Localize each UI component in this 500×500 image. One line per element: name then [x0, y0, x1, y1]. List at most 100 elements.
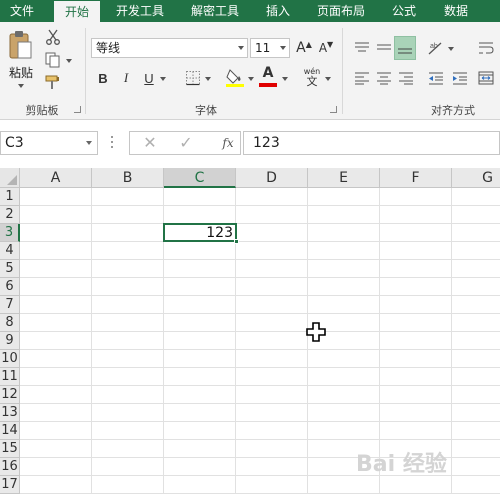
- cell-f14[interactable]: [380, 422, 452, 440]
- cell-f5[interactable]: [380, 260, 452, 278]
- row-header-10[interactable]: 10: [0, 350, 20, 368]
- row-header-1[interactable]: 1: [0, 188, 20, 206]
- cell-a4[interactable]: [20, 242, 92, 260]
- cell-d8[interactable]: [236, 314, 308, 332]
- column-header-g[interactable]: G: [452, 168, 500, 188]
- cell-d3[interactable]: [236, 224, 308, 242]
- cell-b7[interactable]: [92, 296, 164, 314]
- column-header-d[interactable]: D: [236, 168, 308, 188]
- cell-b8[interactable]: [92, 314, 164, 332]
- italic-button[interactable]: I: [117, 68, 135, 88]
- cell-e2[interactable]: [308, 206, 380, 224]
- cell-g10[interactable]: [452, 350, 500, 368]
- cell-b6[interactable]: [92, 278, 164, 296]
- cell-d7[interactable]: [236, 296, 308, 314]
- cell-a3[interactable]: [20, 224, 92, 242]
- cell-c1[interactable]: [164, 188, 236, 206]
- tab-insert[interactable]: 插入: [258, 0, 298, 22]
- cell-g12[interactable]: [452, 386, 500, 404]
- cell-d6[interactable]: [236, 278, 308, 296]
- row-header-12[interactable]: 12: [0, 386, 20, 404]
- cell-a1[interactable]: [20, 188, 92, 206]
- tab-formulas[interactable]: 公式: [384, 0, 424, 22]
- name-box[interactable]: C3: [0, 131, 98, 155]
- font-name-dropdown-arrow[interactable]: [235, 39, 247, 57]
- cell-f10[interactable]: [380, 350, 452, 368]
- copy-dropdown-arrow[interactable]: [66, 59, 72, 63]
- borders-dropdown-arrow[interactable]: [205, 77, 211, 81]
- cell-g14[interactable]: [452, 422, 500, 440]
- cell-f2[interactable]: [380, 206, 452, 224]
- cell-d11[interactable]: [236, 368, 308, 386]
- cell-g4[interactable]: [452, 242, 500, 260]
- decrease-font-size-button[interactable]: A ▼: [316, 38, 336, 58]
- cancel-entry-icon[interactable]: ✕: [136, 132, 164, 154]
- cell-f9[interactable]: [380, 332, 452, 350]
- cell-d4[interactable]: [236, 242, 308, 260]
- column-header-e[interactable]: E: [308, 168, 380, 188]
- cell-c16[interactable]: [164, 458, 236, 476]
- cell-a13[interactable]: [20, 404, 92, 422]
- borders-icon[interactable]: [183, 68, 203, 88]
- cell-a8[interactable]: [20, 314, 92, 332]
- cell-d1[interactable]: [236, 188, 308, 206]
- cell-c15[interactable]: [164, 440, 236, 458]
- row-header-6[interactable]: 6: [0, 278, 20, 296]
- cell-g2[interactable]: [452, 206, 500, 224]
- cell-e13[interactable]: [308, 404, 380, 422]
- cell-e12[interactable]: [308, 386, 380, 404]
- cell-f11[interactable]: [380, 368, 452, 386]
- cell-e10[interactable]: [308, 350, 380, 368]
- cell-c11[interactable]: [164, 368, 236, 386]
- tab-home[interactable]: 开始: [54, 1, 100, 22]
- row-header-8[interactable]: 8: [0, 314, 20, 332]
- cell-e11[interactable]: [308, 368, 380, 386]
- cell-a7[interactable]: [20, 296, 92, 314]
- cell-b4[interactable]: [92, 242, 164, 260]
- tab-decrypt-tools[interactable]: 解密工具: [184, 0, 246, 22]
- cell-b11[interactable]: [92, 368, 164, 386]
- row-header-15[interactable]: 15: [0, 440, 20, 458]
- cell-f3[interactable]: [380, 224, 452, 242]
- cell-f8[interactable]: [380, 314, 452, 332]
- cell-c4[interactable]: [164, 242, 236, 260]
- row-header-5[interactable]: 5: [0, 260, 20, 278]
- cell-d12[interactable]: [236, 386, 308, 404]
- row-header-13[interactable]: 13: [0, 404, 20, 422]
- cell-a2[interactable]: [20, 206, 92, 224]
- cell-b14[interactable]: [92, 422, 164, 440]
- orientation-icon[interactable]: ab: [426, 38, 446, 58]
- cell-g13[interactable]: [452, 404, 500, 422]
- cell-a6[interactable]: [20, 278, 92, 296]
- cell-e4[interactable]: [308, 242, 380, 260]
- cell-b17[interactable]: [92, 476, 164, 494]
- paste-button-label[interactable]: 粘贴: [4, 64, 38, 80]
- cell-c7[interactable]: [164, 296, 236, 314]
- cell-d13[interactable]: [236, 404, 308, 422]
- cell-a12[interactable]: [20, 386, 92, 404]
- cell-a11[interactable]: [20, 368, 92, 386]
- cell-c12[interactable]: [164, 386, 236, 404]
- fill-handle[interactable]: [234, 239, 239, 244]
- cell-g3[interactable]: [452, 224, 500, 242]
- align-middle-icon[interactable]: [374, 38, 394, 58]
- wrap-text-icon[interactable]: [476, 38, 496, 58]
- cell-g6[interactable]: [452, 278, 500, 296]
- font-name-combobox[interactable]: 等线: [91, 38, 248, 58]
- cell-g11[interactable]: [452, 368, 500, 386]
- formula-input[interactable]: 123: [243, 131, 500, 155]
- orientation-dropdown-arrow[interactable]: [448, 47, 454, 51]
- cell-g7[interactable]: [452, 296, 500, 314]
- cell-d5[interactable]: [236, 260, 308, 278]
- cell-b15[interactable]: [92, 440, 164, 458]
- cell-d2[interactable]: [236, 206, 308, 224]
- cell-f17[interactable]: [380, 476, 452, 494]
- column-header-f[interactable]: F: [380, 168, 452, 188]
- cell-c6[interactable]: [164, 278, 236, 296]
- cell-f1[interactable]: [380, 188, 452, 206]
- cell-b9[interactable]: [92, 332, 164, 350]
- row-header-16[interactable]: 16: [0, 458, 20, 476]
- cell-e3[interactable]: [308, 224, 380, 242]
- tab-data[interactable]: 数据: [436, 0, 476, 22]
- cell-b5[interactable]: [92, 260, 164, 278]
